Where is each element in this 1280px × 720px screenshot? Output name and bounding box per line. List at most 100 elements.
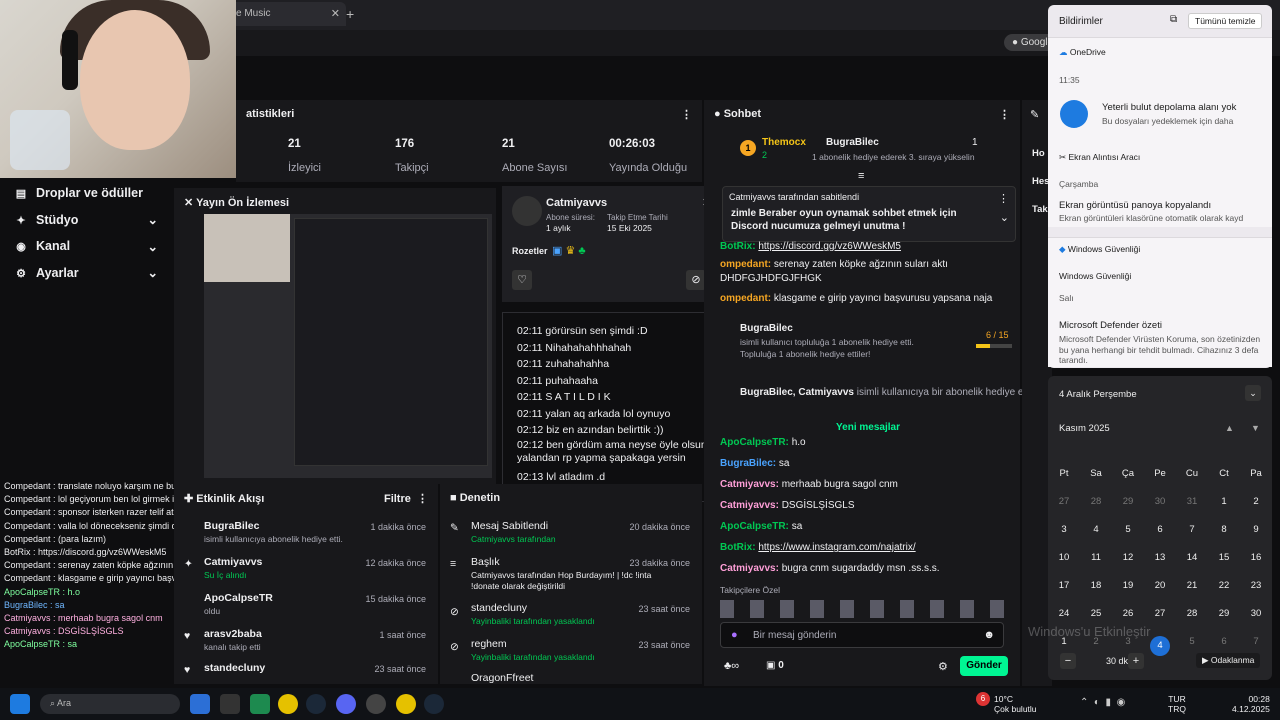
chat-user[interactable]: BotRix: bbox=[720, 542, 756, 553]
calendar-day[interactable]: 1 bbox=[1208, 496, 1240, 524]
calendar-day[interactable]: 10 bbox=[1048, 552, 1080, 580]
chat-user[interactable]: ompedant: bbox=[720, 259, 771, 270]
new-messages-divider[interactable]: Yeni mesajlar bbox=[720, 422, 1016, 433]
stream-preview-image[interactable] bbox=[204, 214, 492, 478]
heart-icon[interactable]: ♡ bbox=[512, 270, 532, 290]
calendar-day[interactable]: 19 bbox=[1112, 580, 1144, 608]
minus-button[interactable]: − bbox=[1060, 653, 1076, 669]
chat-user[interactable]: ApoCalpseTR: bbox=[720, 437, 789, 448]
mod-action[interactable]: standecluny bbox=[471, 602, 527, 614]
plus-button[interactable]: + bbox=[1128, 653, 1144, 669]
calendar-day[interactable]: 9 bbox=[1240, 524, 1272, 552]
calendar-day[interactable]: 11 bbox=[1080, 552, 1112, 580]
calendar-day[interactable]: 15 bbox=[1208, 552, 1240, 580]
sidebar-item-channel[interactable]: ◉ Kanal ⌄ bbox=[0, 233, 172, 260]
calendar-day[interactable]: 16 bbox=[1240, 552, 1272, 580]
chat-text[interactable]: https://discord.gg/vz6WWeskM5 bbox=[758, 241, 901, 252]
epic-icon[interactable] bbox=[220, 694, 240, 714]
chrome-icon[interactable] bbox=[278, 694, 298, 714]
calendar-day[interactable]: 21 bbox=[1176, 580, 1208, 608]
calendar-day[interactable]: 3 bbox=[1048, 524, 1080, 552]
chat-user[interactable]: ompedant: bbox=[720, 293, 771, 304]
tray-icons[interactable]: ⌃ ◐ ▮ ◉ bbox=[1080, 697, 1125, 708]
calendar-day[interactable]: 28 bbox=[1080, 496, 1112, 524]
chat-input[interactable]: ● Bir mesaj gönderin ☻ bbox=[720, 622, 1004, 648]
new-tab-icon[interactable]: + bbox=[346, 6, 354, 22]
emoji-icon[interactable]: ☻ bbox=[983, 629, 995, 641]
settings-icon[interactable]: ⧉ bbox=[1170, 14, 1177, 25]
calendar-day[interactable]: 8 bbox=[1208, 524, 1240, 552]
search-box[interactable]: ⌕ Ara bbox=[40, 694, 180, 714]
calendar-month[interactable]: Kasım 2025 bbox=[1059, 423, 1110, 434]
calendar-day[interactable]: 18 bbox=[1080, 580, 1112, 608]
ban-icon[interactable]: ⊘ bbox=[686, 270, 706, 290]
clear-all-button[interactable]: Tümünü temizle bbox=[1188, 13, 1263, 29]
calendar-day[interactable]: 14 bbox=[1176, 552, 1208, 580]
chevron-down-icon[interactable]: ⌄ bbox=[1245, 385, 1261, 401]
calendar-day[interactable]: 29 bbox=[1208, 608, 1240, 636]
more-icon[interactable]: ⋮ bbox=[681, 108, 692, 121]
gear-icon[interactable]: ⚙ bbox=[938, 660, 948, 673]
calendar-day[interactable]: 29 bbox=[1112, 496, 1144, 524]
calendar-day[interactable]: 28 bbox=[1176, 608, 1208, 636]
sidebar-item-settings[interactable]: ⚙ Ayarlar ⌄ bbox=[0, 260, 172, 287]
filter-button[interactable]: Filtre bbox=[384, 493, 411, 505]
calendar-day[interactable]: 30 bbox=[1144, 496, 1176, 524]
calendar-day[interactable]: 13 bbox=[1144, 552, 1176, 580]
sidebar-item-drops[interactable]: ▤ Droplar ve ödüller bbox=[0, 180, 172, 207]
top-gifter-name[interactable]: Themocx bbox=[762, 137, 806, 148]
calendar-day[interactable]: 23 bbox=[1240, 580, 1272, 608]
more-icon[interactable]: ⋮ bbox=[998, 192, 1009, 205]
chat-user[interactable]: ApoCalpseTR: bbox=[720, 521, 789, 532]
second-gifter-name[interactable]: BugraBilec bbox=[826, 137, 879, 148]
mod-action[interactable]: reghem bbox=[471, 638, 507, 650]
more-icon[interactable]: ⋮ bbox=[417, 493, 428, 505]
chat-settings-icons[interactable]: ♣∞ bbox=[724, 660, 739, 672]
steam-icon[interactable] bbox=[306, 694, 326, 714]
clock[interactable]: 00:28 4.12.2025 bbox=[1232, 694, 1270, 714]
activity-user[interactable]: arasv2baba bbox=[204, 628, 262, 640]
chat-user[interactable]: Catmiyavvs: bbox=[720, 479, 779, 490]
chevron-down-icon[interactable]: ⌄ bbox=[1000, 211, 1009, 224]
calendar-day[interactable]: 31 bbox=[1176, 496, 1208, 524]
app-icon[interactable] bbox=[190, 694, 210, 714]
chat-user[interactable]: BugraBilec: bbox=[720, 458, 776, 469]
chat-user[interactable]: BotRix: bbox=[720, 241, 756, 252]
calendar-day-today[interactable]: 4 bbox=[1144, 636, 1176, 664]
calendar-day[interactable]: 17 bbox=[1048, 580, 1080, 608]
obs-icon[interactable] bbox=[366, 694, 386, 714]
activity-user[interactable]: BugraBilec bbox=[204, 520, 259, 532]
activity-user[interactable]: Catmiyavvs bbox=[204, 556, 262, 568]
excel-icon[interactable] bbox=[250, 694, 270, 714]
activity-user[interactable]: ApoCalpseTR bbox=[204, 592, 273, 604]
calendar-day[interactable]: 2 bbox=[1240, 496, 1272, 524]
calendar-day[interactable]: 5 bbox=[1112, 524, 1144, 552]
calendar-day[interactable]: 20 bbox=[1144, 580, 1176, 608]
chat-user[interactable]: Catmiyavvs: bbox=[720, 563, 779, 574]
send-button[interactable]: Gönder bbox=[960, 656, 1008, 676]
calendar-day[interactable]: 6 bbox=[1144, 524, 1176, 552]
emote-row[interactable] bbox=[720, 600, 1016, 618]
sidebar-item-studio[interactable]: ✦ Stüdyo ⌄ bbox=[0, 207, 172, 234]
focus-button[interactable]: ▶ Odaklanma bbox=[1196, 653, 1261, 668]
mod-action[interactable]: OragonFfreet bbox=[471, 672, 533, 684]
browser-tab[interactable]: e Music ✕ bbox=[228, 2, 346, 26]
calendar-day[interactable]: 27 bbox=[1048, 496, 1080, 524]
gift-user[interactable]: BugraBilec bbox=[740, 323, 793, 334]
calendar-day[interactable]: 4 bbox=[1080, 524, 1112, 552]
language-indicator[interactable]: TUR TRQ bbox=[1168, 694, 1186, 714]
more-icon[interactable]: ⋮ bbox=[999, 108, 1010, 121]
windows-start-icon[interactable] bbox=[10, 694, 30, 714]
gift2-users[interactable]: BugraBilec, Catmiyavvs bbox=[740, 387, 854, 398]
weather-widget[interactable]: 10°C Çok bulutlu bbox=[994, 694, 1037, 714]
points-icon[interactable]: ▣ 0 bbox=[766, 660, 784, 671]
calendar-day[interactable]: 7 bbox=[1176, 524, 1208, 552]
chat-text[interactable]: https://www.instagram.com/najatrix/ bbox=[758, 542, 915, 553]
prev-month-icon[interactable]: ▲ bbox=[1225, 423, 1234, 433]
activity-user[interactable]: standecluny bbox=[204, 662, 265, 674]
chat-user[interactable]: Catmiyavvs: bbox=[720, 500, 779, 511]
chrome-icon-2[interactable] bbox=[396, 694, 416, 714]
close-tab-icon[interactable]: ✕ bbox=[331, 7, 340, 20]
calendar-day[interactable]: 30 bbox=[1240, 608, 1272, 636]
steam-icon-2[interactable] bbox=[424, 694, 444, 714]
